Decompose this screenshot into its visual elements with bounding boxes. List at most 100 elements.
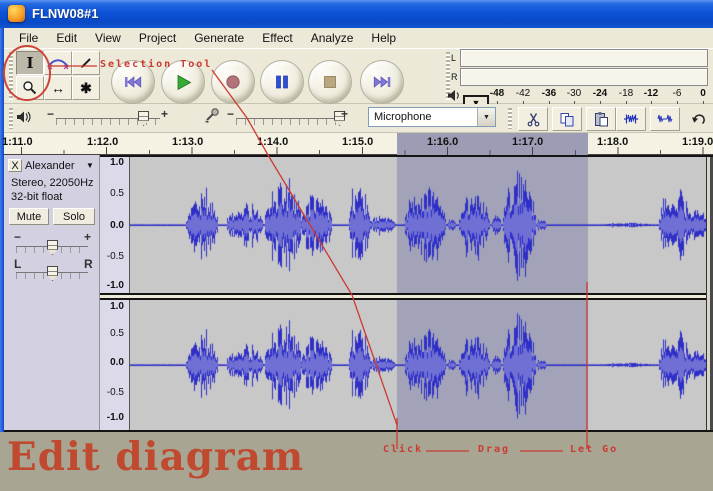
toolbar-grip[interactable]	[9, 52, 13, 100]
menu-file[interactable]: File	[10, 29, 47, 47]
zoom-tool-button[interactable]	[16, 76, 44, 100]
rewind-icon	[124, 75, 142, 89]
pan-right-label: R	[84, 258, 93, 270]
envelope-icon	[47, 56, 69, 70]
undo-button[interactable]	[684, 107, 712, 131]
asterisk-icon: ✱	[80, 81, 92, 95]
ruler-value: -1.0	[100, 413, 124, 423]
ruler-value: 1.0	[100, 302, 124, 312]
trim-icon	[623, 111, 639, 127]
edit-diagram-caption: Edit diagram	[7, 438, 304, 477]
input-volume-slider[interactable]	[236, 118, 340, 125]
pan-left-label: L	[14, 258, 21, 270]
input-volume-minus: −	[227, 108, 234, 120]
output-volume-plus: +	[161, 108, 168, 120]
meter-speaker-icon	[447, 89, 463, 103]
input-volume-plus: +	[341, 108, 348, 120]
selection-tool-button[interactable]: I	[16, 51, 44, 75]
track-close-button[interactable]: X	[8, 159, 22, 172]
ruler-value: -1.0	[100, 281, 124, 291]
menu-project[interactable]: Project	[130, 29, 185, 47]
input-source-value: Microphone	[369, 111, 477, 123]
track-menu-chevron-icon[interactable]: ▼	[86, 161, 94, 170]
skip-to-end-button[interactable]	[360, 60, 404, 104]
waveform-channel-1[interactable]	[130, 157, 706, 293]
ruler-value: 0.5	[100, 329, 124, 339]
stop-icon	[322, 74, 338, 90]
track-control-panel: X Alexander ▼ Stereo, 22050Hz 32-bit flo…	[4, 155, 100, 430]
meter-scale-tick: -12	[638, 88, 664, 99]
output-meter-right-bar[interactable]	[460, 68, 708, 86]
ruler-value: -0.5	[100, 252, 124, 262]
ibeam-icon: I	[26, 56, 33, 71]
undo-icon	[690, 112, 706, 127]
selection-tool-annotation: Selection Tool	[100, 59, 212, 70]
meter-scale-tick: -24	[587, 88, 613, 99]
copy-button[interactable]	[552, 107, 582, 131]
scissors-icon	[526, 112, 541, 127]
letgo-annotation: Let Go	[570, 444, 618, 455]
meter-right-label: R	[451, 73, 458, 82]
speaker-icon	[16, 110, 32, 125]
double-arrow-icon: ↔	[51, 81, 65, 95]
ruler-value: -0.5	[100, 388, 124, 398]
input-source-combobox[interactable]: Microphone ▼	[368, 107, 496, 127]
menu-effect[interactable]: Effect	[253, 29, 301, 47]
copy-icon	[559, 112, 575, 127]
record-icon	[225, 74, 241, 90]
title-bar[interactable]: FLNW08#1	[0, 0, 713, 28]
menu-view[interactable]: View	[86, 29, 130, 47]
multi-tool-button[interactable]: ✱	[72, 76, 100, 100]
trim-outside-selection-button[interactable]	[616, 107, 646, 131]
meter-scale-tick: -6	[664, 88, 690, 99]
audacity-app-icon	[8, 5, 25, 22]
stop-button[interactable]	[308, 60, 352, 104]
menu-analyze[interactable]: Analyze	[302, 29, 363, 47]
silence-selection-button[interactable]	[650, 107, 680, 131]
cut-button[interactable]	[518, 107, 548, 131]
track-format-label: Stereo, 22050Hz	[11, 177, 94, 189]
channel-divider	[100, 293, 706, 300]
vertical-ruler-channel-1[interactable]: 1.0 0.5 0.0 -0.5 -1.0	[100, 157, 130, 293]
vertical-ruler-channel-2[interactable]: 1.0 0.5 0.0 -0.5 -1.0	[100, 300, 130, 430]
meter-scale-tick: -36	[536, 88, 562, 99]
meter-left-label: L	[451, 54, 456, 63]
clipboard-icon	[593, 111, 609, 127]
pause-icon	[274, 74, 290, 90]
track-title: Alexander	[25, 160, 75, 172]
combo-dropdown-button[interactable]: ▼	[477, 108, 495, 126]
ruler-value: 0.5	[100, 189, 124, 199]
paste-button[interactable]	[586, 107, 616, 131]
mute-button[interactable]: Mute	[9, 208, 49, 225]
chevron-down-icon: ▼	[483, 114, 490, 121]
pause-button[interactable]	[260, 60, 304, 104]
draw-tool-button[interactable]	[72, 51, 100, 75]
menu-edit[interactable]: Edit	[47, 29, 86, 47]
meter-scale-tick: 0	[690, 88, 713, 99]
mixer-toolbar-grip[interactable]	[9, 108, 13, 129]
ruler-value: 0.0	[100, 358, 124, 368]
record-button[interactable]	[211, 60, 255, 104]
meter-scale-tick: -30	[561, 88, 587, 99]
magnifier-icon	[22, 80, 38, 96]
solo-button[interactable]: Solo	[53, 208, 95, 225]
track-right-edge	[706, 157, 713, 430]
menu-generate[interactable]: Generate	[185, 29, 253, 47]
ruler-major-ticks	[4, 147, 713, 155]
audacity-window: FLNW08#1 File Edit View Project Generate…	[0, 0, 713, 491]
ruler-value: 1.0	[100, 158, 124, 168]
time-shift-tool-button[interactable]: ↔	[44, 76, 72, 100]
microphone-icon	[203, 107, 220, 124]
edit-toolbar-grip[interactable]	[508, 108, 512, 129]
track-bitdepth-label: 32-bit float	[11, 191, 62, 203]
gain-plus-label: +	[84, 231, 91, 243]
ruler-value: 0.0	[100, 221, 124, 231]
waveform-channel-2[interactable]	[130, 300, 706, 430]
meter-scale-tick: -18	[613, 88, 639, 99]
gain-minus-label: −	[14, 231, 21, 243]
menu-help[interactable]: Help	[362, 29, 405, 47]
envelope-tool-button[interactable]	[44, 51, 72, 75]
meter-scale-tick: -42	[510, 88, 536, 99]
output-meter-left-bar[interactable]	[460, 49, 708, 67]
meter-scale-tick: -48	[484, 88, 510, 99]
